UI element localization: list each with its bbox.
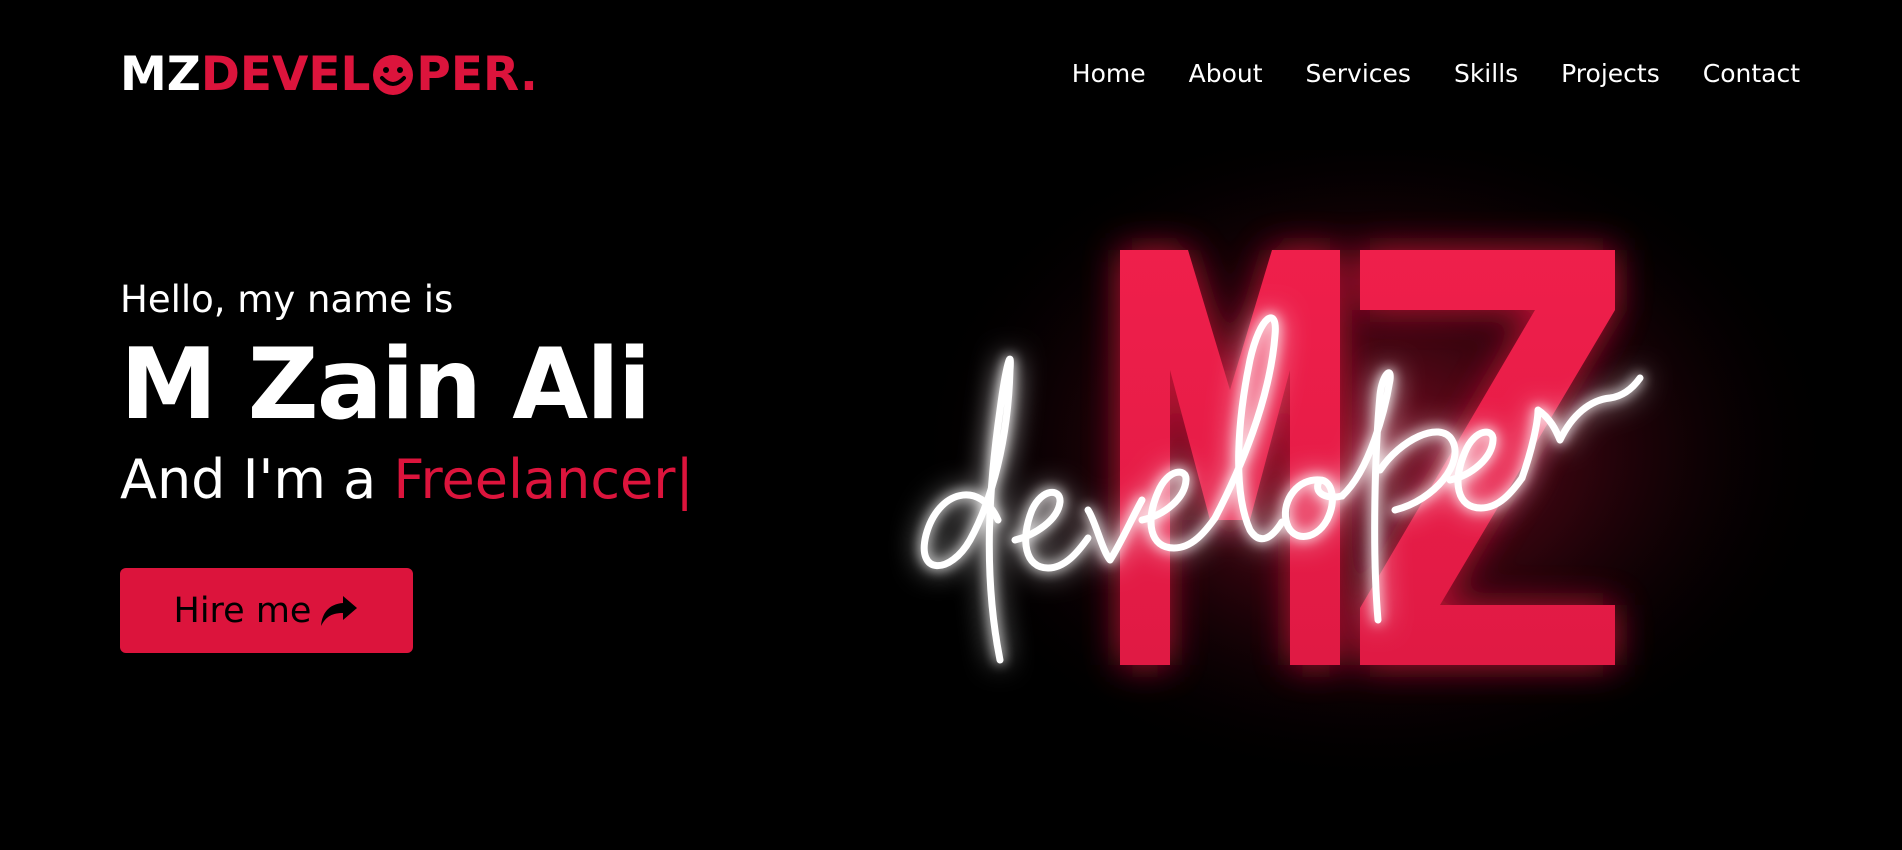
nav-link-contact[interactable]: Contact xyxy=(1703,52,1800,96)
nav-item-home: Home xyxy=(1072,52,1146,96)
logo-text-mz: MZ xyxy=(120,46,201,102)
logo-text-devel: DEVEL xyxy=(200,46,371,102)
hero-name: M Zain Ali xyxy=(120,328,651,442)
logo[interactable]: MZ DEVEL PER. xyxy=(120,44,538,104)
hero-content: Hello, my name is M Zain Ali And I'm a F… xyxy=(120,270,820,653)
nav-item-projects: Projects xyxy=(1561,52,1660,96)
nav-menu: Home About Services Skills Projects Cont… xyxy=(1029,52,1800,96)
typing-cursor: | xyxy=(675,448,694,511)
nav-item-services: Services xyxy=(1306,52,1411,96)
nav-item-about: About xyxy=(1189,52,1263,96)
nav-item-skills: Skills xyxy=(1454,52,1518,96)
nav-link-skills[interactable]: Skills xyxy=(1454,52,1518,96)
neon-logo-graphic xyxy=(905,150,1845,790)
hero-role-line: And I'm a Freelancer| xyxy=(120,440,820,520)
hero-role-prefix: And I'm a xyxy=(120,448,394,511)
nav-link-projects[interactable]: Projects xyxy=(1561,52,1660,96)
navbar: MZ DEVEL PER. Home About Services Skills… xyxy=(0,0,1902,150)
nav-link-about[interactable]: About xyxy=(1189,52,1263,96)
hire-me-label: Hire me xyxy=(173,590,312,631)
hero-greeting: Hello, my name is xyxy=(120,278,454,321)
nav-item-contact: Contact xyxy=(1703,52,1800,96)
nav-link-services[interactable]: Services xyxy=(1306,52,1411,96)
nav-link-home[interactable]: Home xyxy=(1072,52,1146,96)
smiley-face-icon xyxy=(373,55,414,95)
logo-text-per: PER. xyxy=(416,46,538,102)
page: MZ DEVEL PER. Home About Services Skills… xyxy=(0,0,1902,850)
hire-me-button[interactable]: Hire me xyxy=(120,568,413,653)
hero-role-typed: Freelancer xyxy=(393,448,676,511)
share-arrow-icon xyxy=(321,595,358,626)
hero-neon-artwork xyxy=(820,150,1902,850)
